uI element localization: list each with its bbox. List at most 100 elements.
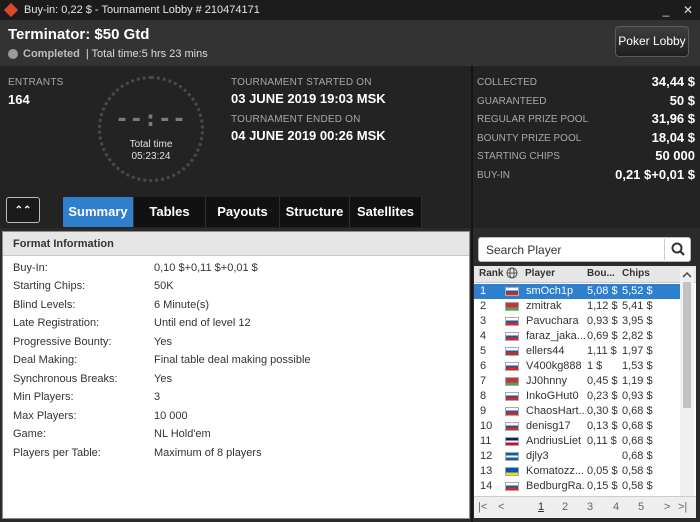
player-rank: 6	[480, 360, 487, 372]
search-button[interactable]	[664, 239, 690, 260]
player-list-scrollbar[interactable]	[680, 268, 694, 496]
player-chips: 0,93 $	[622, 390, 653, 402]
column-divider	[471, 66, 473, 522]
player-bounty: 1,12 $	[587, 300, 618, 312]
player-chips: 1,53 $	[622, 360, 653, 372]
player-row[interactable]: 11 AndriusLiet 0,11 $ 0,68 $	[474, 434, 680, 449]
country-flag-icon	[505, 347, 519, 356]
format-label: Deal Making:	[13, 354, 78, 366]
country-flag-icon	[505, 422, 519, 431]
stat-starting-chips: STARTING CHIPS 50 000	[477, 148, 695, 166]
format-value: 6 Minute(s)	[154, 299, 210, 311]
player-row[interactable]: 9 ChaosHart... 0,30 $ 0,68 $	[474, 404, 680, 419]
page-2-button[interactable]: 2	[562, 501, 568, 513]
page-5-button[interactable]: 5	[638, 501, 644, 513]
player-name: smOch1p	[526, 285, 574, 297]
player-row[interactable]: 6 V400kg888 1 $ 1,53 $	[474, 359, 680, 374]
tab-structure[interactable]: Structure	[280, 197, 350, 227]
ended-label: TOURNAMENT ENDED ON	[231, 114, 361, 125]
prev-page-button[interactable]: <	[498, 501, 504, 513]
country-flag-icon	[505, 452, 519, 461]
player-rank: 5	[480, 345, 487, 357]
tab-tables[interactable]: Tables	[134, 197, 206, 227]
format-row: Progressive Bounty: Yes	[3, 334, 469, 352]
player-row[interactable]: 3 Pavuchara 0,93 $ 3,95 $	[474, 314, 680, 329]
search-icon	[671, 242, 685, 256]
minimize-icon[interactable]: _	[658, 2, 674, 18]
stat-label: GUARANTEED	[477, 96, 547, 107]
close-icon[interactable]: ✕	[680, 2, 696, 18]
scrollbar-thumb[interactable]	[683, 282, 691, 408]
first-page-button[interactable]: |<	[478, 501, 487, 513]
format-row: Starting Chips: 50K	[3, 278, 469, 296]
player-chips: 0,68 $	[622, 420, 653, 432]
col-bounty[interactable]: Bou...	[587, 268, 615, 279]
player-chips: 0,58 $	[622, 480, 653, 492]
stat-label: BOUNTY PRIZE POOL	[477, 133, 582, 144]
collapse-header-button[interactable]: ⌃⌃	[6, 197, 40, 223]
player-name: ellers44	[526, 345, 565, 357]
col-chips[interactable]: Chips	[622, 268, 650, 279]
double-chevron-up-icon: ⌃⌃	[14, 205, 32, 216]
country-flag-icon	[505, 332, 519, 341]
scroll-up-icon[interactable]	[680, 269, 694, 281]
page-1-button[interactable]: 1	[538, 501, 544, 513]
tab-summary[interactable]: Summary	[63, 197, 134, 227]
globe-icon[interactable]	[506, 267, 518, 282]
player-bounty: 1,11 $	[587, 345, 617, 357]
format-value: Final table deal making possible	[154, 354, 311, 366]
player-row[interactable]: 5 ellers44 1,11 $ 1,97 $	[474, 344, 680, 359]
total-time-text: | Total time:5 hrs 23 mins	[85, 48, 208, 60]
clock-widget: --:-- Total time 05:23:24	[98, 76, 204, 182]
player-row[interactable]: 10 denisg17 0,13 $ 0,68 $	[474, 419, 680, 434]
player-row[interactable]: 1 smOch1p 5,08 $ 5,52 $	[474, 284, 680, 299]
status-text: Completed	[23, 48, 80, 60]
format-value: 3	[154, 391, 161, 403]
player-row[interactable]: 4 faraz_jaka... 0,69 $ 2,82 $	[474, 329, 680, 344]
format-row: Synchronous Breaks: Yes	[3, 371, 469, 389]
last-page-button[interactable]: >|	[678, 501, 687, 513]
country-flag-icon	[505, 392, 519, 401]
tab-payouts[interactable]: Payouts	[206, 197, 280, 227]
page-3-button[interactable]: 3	[587, 501, 593, 513]
player-bounty: 0,69 $	[587, 330, 618, 342]
player-name: zmitrak	[526, 300, 562, 312]
col-rank[interactable]: Rank	[479, 268, 503, 279]
player-name: faraz_jaka...	[526, 330, 586, 342]
player-row[interactable]: 7 JJ0hnny 0,45 $ 1,19 $	[474, 374, 680, 389]
player-row[interactable]: 14 BedburgRa... 0,15 $ 0,58 $	[474, 479, 680, 494]
next-page-button[interactable]: >	[664, 501, 670, 513]
player-rank: 7	[480, 375, 487, 387]
format-row: Min Players: 3	[3, 389, 469, 407]
page-4-button[interactable]: 4	[613, 501, 619, 513]
format-value: Maximum of 8 players	[154, 447, 262, 459]
player-chips: 0,68 $	[622, 450, 653, 462]
format-label: Late Registration:	[13, 317, 100, 329]
player-row[interactable]: 12 djly3 0,68 $	[474, 449, 680, 464]
player-row[interactable]: 2 zmitrak 1,12 $ 5,41 $	[474, 299, 680, 314]
player-row[interactable]: 13 Komatozz... 0,05 $ 0,58 $	[474, 464, 680, 479]
search-input[interactable]: Search Player	[486, 243, 561, 257]
player-name: ChaosHart...	[526, 405, 586, 417]
col-player[interactable]: Player	[525, 268, 555, 279]
format-row: Players per Table: Maximum of 8 players	[3, 445, 469, 463]
clock-time: 05:23:24	[131, 151, 171, 162]
country-flag-icon	[505, 437, 519, 446]
poker-lobby-button[interactable]: Poker Lobby	[615, 26, 689, 57]
country-flag-icon	[505, 467, 519, 476]
search-player-field[interactable]: Search Player	[478, 237, 691, 262]
format-label: Players per Table:	[13, 447, 101, 459]
format-label: Synchronous Breaks:	[13, 373, 118, 385]
player-row[interactable]: 8 InkoGHut0 0,23 $ 0,93 $	[474, 389, 680, 404]
player-rank: 8	[480, 390, 487, 402]
player-name: V400kg888	[526, 360, 582, 372]
player-rank: 12	[480, 450, 493, 462]
country-flag-icon	[505, 482, 519, 491]
player-bounty: 0,11 $	[587, 435, 617, 447]
stat-value: 0,21 $+0,01 $	[615, 167, 695, 182]
player-chips: 0,58 $	[622, 465, 653, 477]
tab-satellites[interactable]: Satellites	[350, 197, 422, 227]
format-value: 10 000	[154, 410, 188, 422]
player-chips: 3,95 $	[622, 315, 653, 327]
player-rank: 11	[480, 435, 492, 447]
